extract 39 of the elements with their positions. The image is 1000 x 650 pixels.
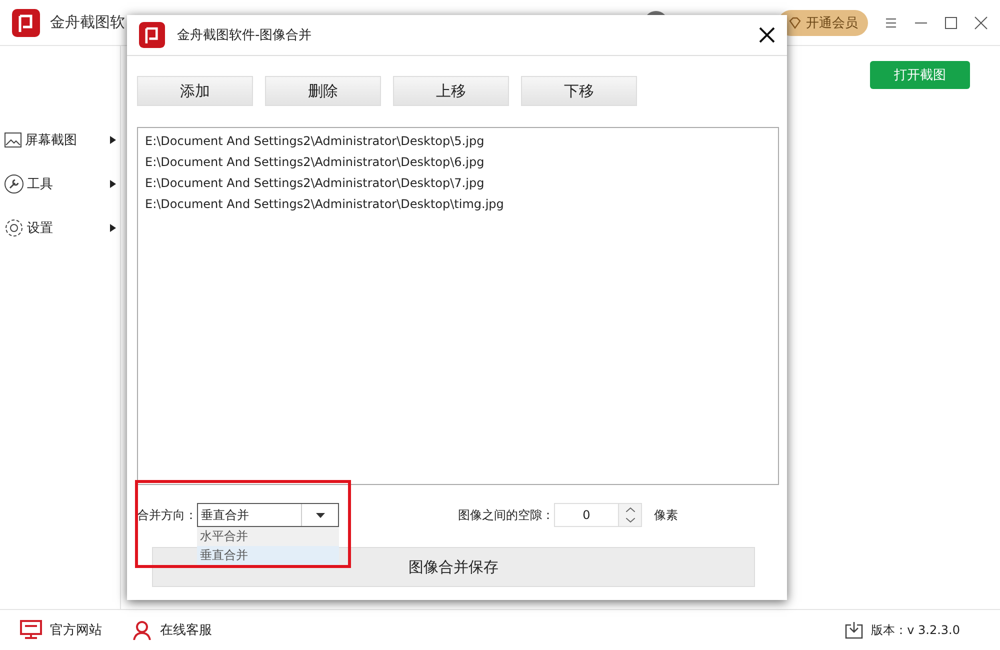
app-title: 金舟截图软 xyxy=(50,13,125,32)
wrench-icon xyxy=(4,174,24,194)
dialog-title: 金舟截图软件-图像合并 xyxy=(177,27,312,44)
submenu-arrow-icon xyxy=(110,180,116,188)
footer-link[interactable]: 官方网站 xyxy=(20,620,102,640)
sidebar-item[interactable]: 屏幕截图 xyxy=(0,118,120,162)
gap-spinbox[interactable]: 0 xyxy=(554,503,642,527)
sidebar-item[interactable]: 设置 xyxy=(0,206,120,250)
person-icon xyxy=(132,620,152,640)
download-icon xyxy=(845,621,864,639)
toolbar-button[interactable]: 下移 xyxy=(521,76,637,106)
diamond-icon xyxy=(788,16,802,30)
footer-link[interactable]: 在线客服 xyxy=(132,620,212,640)
close-icon[interactable] xyxy=(759,27,775,43)
picture-icon xyxy=(4,131,22,149)
file-path[interactable]: E:\Document And Settings2\Administrator\Desktop\timg.jpg xyxy=(145,194,771,215)
close-icon[interactable] xyxy=(974,16,988,30)
submenu-arrow-icon xyxy=(110,224,116,232)
dropdown-option[interactable]: 水平合并 xyxy=(197,527,339,546)
gap-label: 图像之间的空隙： xyxy=(458,506,554,524)
file-path[interactable]: E:\Document And Settings2\Administrator\Desktop\6.jpg xyxy=(145,152,771,173)
app-logo-icon xyxy=(139,22,165,48)
toolbar-button[interactable]: 删除 xyxy=(265,76,381,106)
settings-icon xyxy=(4,218,24,238)
maximize-icon[interactable] xyxy=(944,16,958,30)
monitor-icon xyxy=(20,620,42,640)
version-text: 版本：v 3.2.3.0 xyxy=(871,622,960,638)
file-path[interactable]: E:\Document And Settings2\Administrator\Desktop\5.jpg xyxy=(145,131,771,152)
gap-unit: 像素 xyxy=(654,506,678,524)
dropdown-option[interactable]: 垂直合并 xyxy=(197,546,339,565)
sidebar-item[interactable]: 工具 xyxy=(0,162,120,206)
file-path[interactable]: E:\Document And Settings2\Administrator\Desktop\7.jpg xyxy=(145,173,771,194)
dropdown-arrow-icon xyxy=(316,512,324,518)
app-logo-icon xyxy=(12,8,40,36)
toolbar-button[interactable]: 上移 xyxy=(393,76,509,106)
submenu-arrow-icon xyxy=(110,136,116,144)
menu-icon[interactable] xyxy=(884,16,898,30)
toolbar-button[interactable]: 添加 xyxy=(137,76,253,106)
direction-label: 合并方向： xyxy=(137,506,197,524)
